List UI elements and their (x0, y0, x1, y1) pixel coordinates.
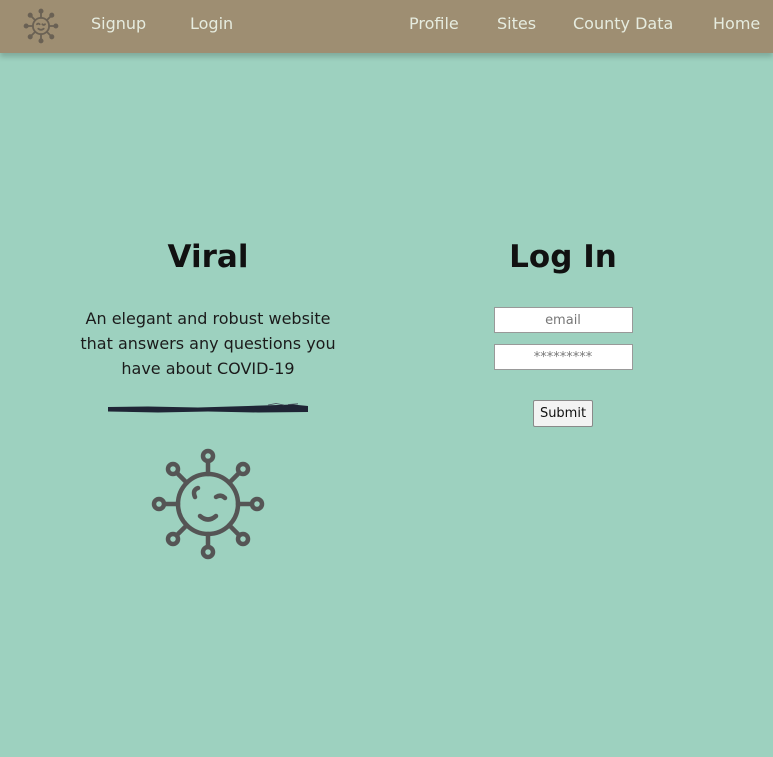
nav-profile-link[interactable]: Profile (409, 14, 459, 33)
site-tagline: An elegant and robust website that answe… (80, 309, 336, 378)
password-field[interactable] (493, 344, 633, 370)
smiling-virus-icon (151, 448, 265, 560)
submit-button[interactable]: Submit (532, 400, 594, 427)
virus-logo-icon[interactable] (22, 8, 60, 44)
nav-signup-link[interactable]: Signup (91, 14, 146, 33)
nav-home-link[interactable]: Home (713, 14, 760, 33)
hero-panel: Viral An elegant and robust website that… (70, 236, 346, 560)
email-field[interactable] (493, 307, 633, 333)
top-navbar: Signup Login Profile Sites County Data H… (0, 0, 773, 53)
login-heading: Log In (509, 239, 617, 275)
nav-login-link[interactable]: Login (190, 14, 233, 33)
site-title: Viral (167, 239, 249, 275)
brush-stroke-divider-icon (108, 403, 308, 413)
login-panel: Log In Submit (463, 236, 663, 427)
nav-sites-link[interactable]: Sites (497, 14, 536, 33)
nav-county-data-link[interactable]: County Data (573, 14, 673, 33)
